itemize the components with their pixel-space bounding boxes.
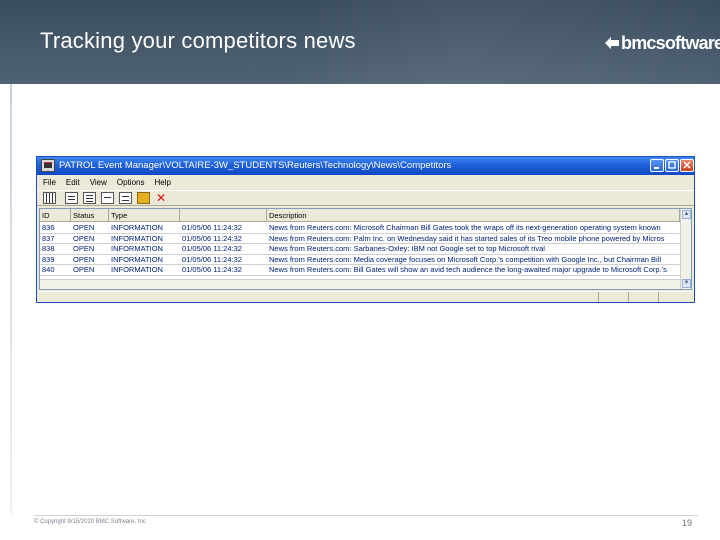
horizontal-scrollbar[interactable] — [40, 279, 680, 289]
cell-type: INFORMATION — [111, 254, 163, 264]
cell-date: 01/05/06 11:24:32 — [182, 223, 242, 232]
cell-description: News from Reuters.com: Palm Inc. on Wedn… — [269, 233, 665, 243]
cell-description: News from Reuters.com: Bill Gates will s… — [269, 265, 667, 274]
cell-date: 01/05/06 11:24:32 — [182, 233, 242, 243]
minimize-button[interactable] — [650, 159, 664, 172]
window-titlebar[interactable]: PATROL Event Manager\VOLTAIRE-3W_STUDENT… — [37, 157, 694, 175]
table-row[interactable]: 838 OPEN INFORMATION 01/05/06 11:24:32 N… — [40, 244, 680, 255]
cell-date: 01/05/06 11:24:32 — [182, 244, 242, 253]
cell-id: 839 — [42, 254, 55, 264]
copyright-text: © Copyright 9/15/2020 BMC Software, Inc — [34, 519, 146, 525]
menu-edit[interactable]: Edit — [66, 178, 80, 187]
cell-type: INFORMATION — [111, 223, 163, 232]
table-row[interactable]: 836 OPEN INFORMATION 01/05/06 11:24:32 N… — [40, 223, 680, 234]
close-icon[interactable]: ✕ — [155, 192, 167, 204]
cell-type: INFORMATION — [111, 265, 163, 274]
cell-id: 840 — [42, 265, 55, 274]
maximize-button[interactable] — [665, 159, 679, 172]
scroll-up-icon[interactable]: ▲ — [682, 210, 691, 219]
document-icon[interactable] — [83, 192, 96, 204]
table-row[interactable]: 837 OPEN INFORMATION 01/05/06 11:24:32 N… — [40, 233, 680, 244]
status-pane — [629, 292, 659, 302]
cell-date: 01/05/06 11:24:32 — [182, 254, 242, 264]
column-date[interactable] — [180, 209, 267, 221]
cell-date: 01/05/06 11:24:32 — [182, 265, 242, 274]
event-manager-window: PATROL Event Manager\VOLTAIRE-3W_STUDENT… — [36, 156, 695, 303]
toolbar: ✕ — [37, 190, 694, 206]
cell-description: News from Reuters.com: Sarbanes-Oxley: I… — [269, 244, 545, 253]
filter-icon[interactable] — [119, 192, 132, 204]
restore-icon — [668, 161, 676, 169]
cell-status: OPEN — [73, 254, 95, 264]
close-icon — [683, 161, 691, 169]
menu-help[interactable]: Help — [154, 178, 170, 187]
app-icon — [41, 159, 55, 172]
wrench-icon[interactable] — [137, 192, 150, 204]
decorative-rule — [10, 84, 12, 514]
slide-header: Tracking your competitors news bmcsoftwa… — [0, 0, 720, 84]
minimize-icon — [654, 167, 659, 169]
cell-type: INFORMATION — [111, 244, 163, 253]
cell-id: 837 — [42, 233, 55, 243]
cell-status: OPEN — [73, 223, 95, 232]
cell-description: News from Reuters.com: Media coverage fo… — [269, 254, 662, 264]
footer-divider — [34, 515, 698, 516]
table-row[interactable]: 840 OPEN INFORMATION 01/05/06 11:24:32 N… — [40, 265, 680, 276]
slide-title: Tracking your competitors news — [40, 28, 356, 53]
document-icon[interactable] — [65, 192, 78, 204]
page-number: 19 — [681, 518, 692, 528]
grid-icon[interactable] — [43, 192, 56, 204]
properties-icon[interactable] — [101, 192, 114, 204]
cell-id: 838 — [42, 244, 55, 253]
logo-text: bmcsoftware — [621, 32, 720, 53]
bmc-logo: bmcsoftware — [605, 32, 720, 54]
cell-type: INFORMATION — [111, 233, 163, 243]
cell-id: 836 — [42, 223, 55, 232]
grid-header: ID Status Type Description — [40, 209, 680, 222]
cell-status: OPEN — [73, 233, 95, 243]
menu-options[interactable]: Options — [117, 178, 145, 187]
column-description[interactable]: Description — [267, 209, 680, 221]
cell-status: OPEN — [73, 244, 95, 253]
status-pane — [39, 292, 599, 302]
status-bar — [39, 291, 692, 302]
events-grid: ID Status Type Description 836 OPEN INFO… — [39, 208, 692, 290]
column-status[interactable]: Status — [71, 209, 109, 221]
close-window-button[interactable] — [680, 159, 694, 172]
window-title: PATROL Event Manager\VOLTAIRE-3W_STUDENT… — [59, 160, 452, 171]
vertical-scrollbar[interactable]: ▲ ▼ — [680, 209, 691, 289]
cell-description: News from Reuters.com: Microsoft Chairma… — [269, 223, 661, 232]
menu-view[interactable]: View — [90, 178, 107, 187]
scroll-down-icon[interactable]: ▼ — [682, 279, 691, 288]
menu-bar: File Edit View Options Help — [37, 175, 694, 189]
column-type[interactable]: Type — [109, 209, 180, 221]
menu-file[interactable]: File — [43, 178, 56, 187]
status-pane — [599, 292, 629, 302]
cell-status: OPEN — [73, 265, 95, 274]
column-id[interactable]: ID — [40, 209, 71, 221]
bmc-logo-icon — [605, 37, 619, 49]
table-row[interactable]: 839 OPEN INFORMATION 01/05/06 11:24:32 N… — [40, 254, 680, 265]
